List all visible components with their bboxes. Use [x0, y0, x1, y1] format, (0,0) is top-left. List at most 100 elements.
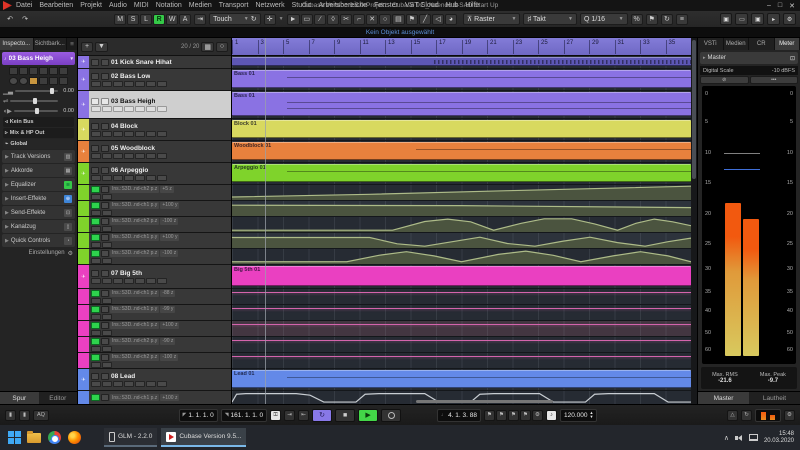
menu-notation[interactable]: Notation [156, 2, 182, 9]
marker-settings-icon[interactable]: ⚙ [532, 410, 543, 421]
lane-option-button[interactable] [91, 226, 101, 232]
keys-button[interactable] [157, 175, 167, 181]
automation-mute-button[interactable] [101, 250, 109, 257]
inspector-section-track-versions[interactable]: ▶Track Versions▥ [2, 150, 75, 163]
track-lane[interactable] [232, 56, 691, 69]
horizontal-scrollbar[interactable] [416, 400, 554, 403]
track-lane[interactable]: Bass 01 [232, 69, 691, 91]
marker-2-button[interactable]: ⚑ [496, 410, 507, 421]
monitor-button[interactable] [102, 278, 112, 284]
play-button[interactable]: ▶ [358, 409, 378, 422]
write-button[interactable] [146, 106, 156, 112]
inspector-menu-icon[interactable]: ≡ [67, 38, 77, 50]
grid-type-dropdown[interactable]: ♯Takt▼ [523, 13, 576, 25]
track-lane[interactable]: Big 5th 01 [232, 265, 691, 289]
midi-event[interactable]: Bass 01 [232, 92, 691, 116]
keys-button[interactable] [157, 106, 167, 112]
undo-icon[interactable]: ↶ [4, 14, 16, 25]
inspector-section-kanalzug[interactable]: ▶Kanalzug▯ [2, 220, 75, 233]
record-enable-button[interactable] [91, 175, 101, 181]
inspector-tab-Sichtbark[interactable]: Sichtbark... [34, 38, 68, 50]
lane-add-button[interactable] [102, 258, 112, 264]
automation-parameter-label[interactable]: Ins.:S3D..nd-ch2 p.z [110, 186, 159, 193]
automation-lane[interactable] [232, 185, 691, 201]
menu-netzwerk[interactable]: Netzwerk [255, 2, 284, 9]
menu-vst-cloud[interactable]: VST Cloud [405, 2, 439, 9]
lock-button[interactable] [59, 67, 68, 75]
mute-button[interactable] [91, 373, 99, 380]
track-row[interactable]: ✈02 Bass Low [78, 69, 231, 91]
window-button-2[interactable]: ✕ [789, 2, 795, 10]
project-cursor[interactable] [265, 38, 266, 404]
object-selection-tool[interactable]: ► [287, 14, 300, 25]
window-button-1[interactable]: □ [778, 2, 782, 10]
line-tool[interactable]: ╱ [419, 14, 431, 25]
midi-input-button[interactable] [49, 77, 58, 85]
tray-expand-icon[interactable]: ∧ [724, 434, 729, 442]
menu-bearbeiten[interactable]: Bearbeiten [39, 2, 73, 9]
read-button[interactable] [29, 67, 38, 75]
crosshair-button[interactable]: ✛ [264, 14, 276, 25]
edit-channel-button[interactable] [113, 81, 123, 87]
find-track-icon[interactable]: ○ [216, 42, 228, 52]
record-enable-button[interactable] [91, 81, 101, 87]
record-enable-button[interactable] [9, 77, 18, 85]
automation-read-button[interactable] [91, 394, 100, 401]
midi-event[interactable]: Woodblock 01 [232, 142, 691, 160]
edit-channel-button[interactable] [113, 153, 123, 159]
setup-toolbar-icon[interactable]: ⚙ [783, 13, 796, 25]
lane-add-button[interactable] [102, 330, 112, 336]
solo-button[interactable] [101, 145, 109, 152]
reset-quantize-icon[interactable]: ↻ [661, 14, 673, 25]
cycle-button[interactable]: ↻ [312, 409, 332, 422]
freeze-button[interactable] [124, 131, 134, 137]
automation-mute-button[interactable] [101, 306, 109, 313]
automation-parameter-label[interactable]: Ins.:S3D..nd-ch1 p.z [110, 290, 159, 297]
automation-panel[interactable]: ⌁Global [3, 139, 74, 149]
meter-tab-lautheit[interactable]: Lautheit [749, 391, 800, 404]
mute-button[interactable] [91, 145, 99, 152]
automation-lane-row[interactable]: Ins.:S3D..nd-ch1 p.y-99 y [78, 305, 231, 321]
automation-mute-button[interactable] [101, 394, 109, 401]
track-lane[interactable]: Block 01 [232, 119, 691, 141]
automation-parameter-label[interactable]: Ins.:S3D..nd-ch1 p.y [110, 234, 159, 241]
window-button-0[interactable]: – [767, 2, 771, 10]
solo-button[interactable] [101, 167, 109, 174]
transport-setup-icon[interactable]: ⚙ [784, 410, 795, 421]
quantize-dropdown[interactable]: Q1/16▼ [580, 13, 628, 25]
edit-channel-button[interactable] [113, 381, 123, 387]
edit-channel-button[interactable] [113, 175, 123, 181]
monitor-button[interactable] [102, 81, 112, 87]
lane-option-button[interactable] [91, 362, 101, 368]
file-explorer-icon[interactable] [26, 430, 42, 446]
automation-lane[interactable] [232, 249, 691, 265]
taskbar-app[interactable]: Cubase Version 9.5... [161, 428, 246, 447]
keys-button[interactable] [157, 381, 167, 387]
mute-button[interactable] [9, 67, 18, 75]
automation-read-button[interactable] [91, 202, 100, 209]
snap-dropdown[interactable]: ⊼Raster▼ [463, 13, 520, 25]
automation-lane[interactable] [232, 201, 691, 217]
input-routing[interactable]: ◃Kein Bus [3, 117, 74, 127]
lane-option-button[interactable] [91, 330, 101, 336]
glue-tool[interactable]: ⌐ [353, 14, 365, 25]
automation-mute-button[interactable] [101, 234, 109, 241]
automation-lane-row[interactable]: Ins.:S3D..nd-ch1 p.z+100 z [78, 391, 231, 404]
record-button[interactable] [381, 409, 401, 422]
midi-event[interactable]: Arpeggio 01 [232, 164, 691, 182]
automation-parameter-label[interactable]: Ins.:S3D..nd-ch1 p.z [110, 322, 159, 329]
left-zone-toggle[interactable]: ▣ [720, 13, 733, 25]
m-global-button[interactable]: M [114, 14, 126, 25]
punch-in-icon[interactable]: ⇥ [284, 410, 295, 421]
monitor-button[interactable] [102, 175, 112, 181]
midi-event[interactable]: Block 01 [232, 120, 691, 138]
automation-lane[interactable] [232, 289, 691, 305]
lane-add-button[interactable] [102, 226, 112, 232]
automation-lane-row[interactable]: Ins.:S3D..nd-ch2 p.z-100 z [78, 217, 231, 233]
monitor-button[interactable] [102, 153, 112, 159]
color-tool[interactable]: ◕ [445, 14, 457, 25]
automation-lane-row[interactable]: Ins.:S3D..nd-ch2 p.z-100 z [78, 249, 231, 265]
menu-projekt[interactable]: Projekt [80, 2, 102, 9]
menu-studio[interactable]: Studio [292, 2, 312, 9]
record-enable-button[interactable] [91, 106, 101, 112]
